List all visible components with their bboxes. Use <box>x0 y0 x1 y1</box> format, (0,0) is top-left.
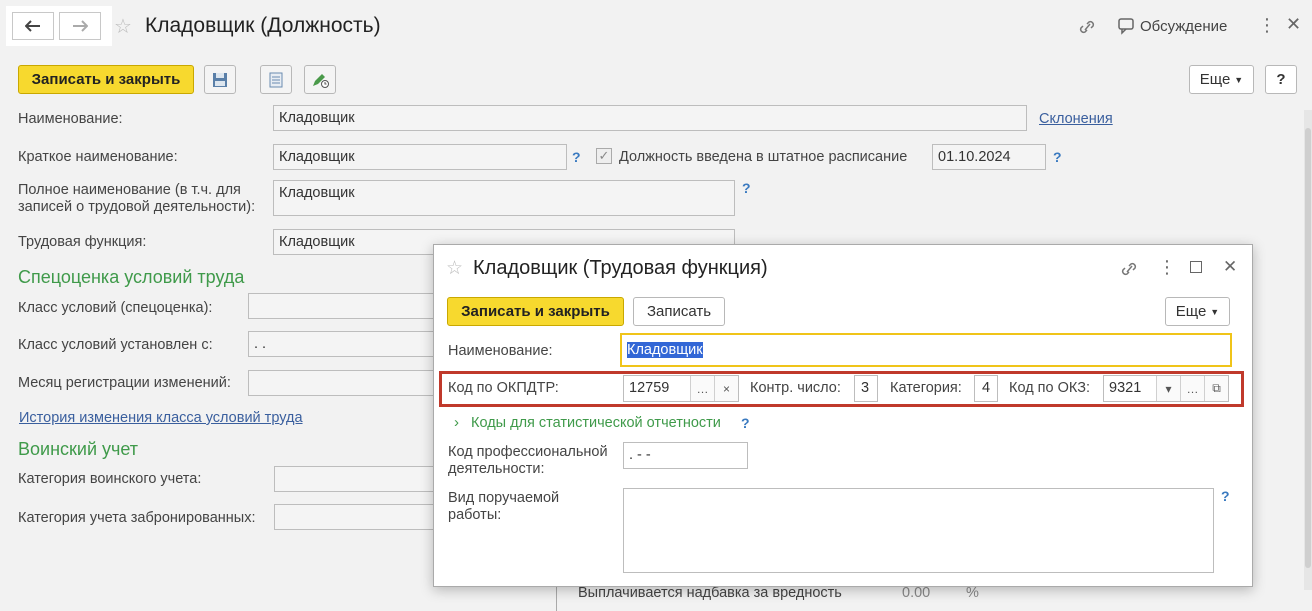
name-field[interactable]: Кладовщик <box>273 105 1027 131</box>
okz-dropdown-icon[interactable]: ▾ <box>1156 376 1180 401</box>
dialog-title: Кладовщик (Трудовая функция) <box>473 257 768 279</box>
link-icon[interactable] <box>1077 18 1097 36</box>
history-link[interactable]: История изменения класса условий труда <box>19 410 303 426</box>
dialog-link-icon[interactable] <box>1119 260 1139 278</box>
military-category-field[interactable] <box>274 466 434 492</box>
dialog-name-selected-text: Кладовщик <box>627 342 703 358</box>
work-type-label-line1: Вид поручаемой <box>448 490 560 506</box>
reserved-category-label: Категория учета забронированных: <box>18 510 256 526</box>
chevron-down-icon: ▼ <box>1234 74 1244 85</box>
military-category-label: Категория воинского учета: <box>18 471 202 487</box>
forward-button[interactable] <box>59 12 101 40</box>
conditions-class-label: Класс условий (спецоценка): <box>18 300 213 316</box>
edit-history-button[interactable] <box>304 65 336 94</box>
staff-date-field[interactable]: 01.10.2024 <box>932 144 1046 170</box>
save-close-button[interactable]: Записать и закрыть <box>18 65 194 94</box>
help-button[interactable]: ? <box>1265 65 1297 94</box>
dialog-more-button[interactable]: Еще ▼ <box>1165 297 1230 326</box>
more-vertical-icon[interactable]: ⋮ <box>1258 15 1276 36</box>
okz-label: Код по ОКЗ: <box>1009 380 1090 396</box>
stat-codes-group[interactable]: Коды для статистической отчетности <box>471 415 721 431</box>
save-button[interactable] <box>204 65 236 94</box>
control-number-field[interactable]: 3 <box>854 375 878 402</box>
favorite-star-icon[interactable]: ☆ <box>114 14 132 39</box>
month-reg-field[interactable] <box>248 370 434 396</box>
discussion-link[interactable]: Обсуждение <box>1140 18 1227 35</box>
declensions-link[interactable]: Склонения <box>1039 111 1113 127</box>
close-icon[interactable]: ✕ <box>1286 14 1301 35</box>
dialog-save-close-button[interactable]: Записать и закрыть <box>447 297 624 326</box>
staff-checkbox[interactable]: ✓ <box>596 148 612 164</box>
divider <box>556 587 557 611</box>
reserved-category-field[interactable] <box>274 504 434 530</box>
full-name-help-icon[interactable]: ? <box>742 180 751 196</box>
control-number-label: Контр. число: <box>750 380 841 396</box>
short-name-field[interactable]: Кладовщик <box>273 144 567 170</box>
dialog-more-label: Еще <box>1175 303 1207 320</box>
short-name-help-icon[interactable]: ? <box>572 149 581 165</box>
category-field[interactable]: 4 <box>974 375 998 402</box>
labor-function-dialog: ☆ Кладовщик (Трудовая функция) ⋮ ✕ Запис… <box>433 244 1253 587</box>
dialog-chevron-down-icon: ▼ <box>1210 306 1220 317</box>
staff-date-help-icon[interactable]: ? <box>1053 149 1062 165</box>
scrollbar-thumb[interactable] <box>1305 128 1311 568</box>
name-label: Наименование: <box>18 111 123 127</box>
okpdtr-select-button[interactable]: … <box>690 376 714 401</box>
work-type-help-icon[interactable]: ? <box>1221 488 1230 504</box>
okpdtr-value: 12759 <box>629 380 670 396</box>
more-button[interactable]: Еще ▼ <box>1189 65 1254 94</box>
report-button[interactable] <box>260 65 292 94</box>
dialog-save-button[interactable]: Записать <box>633 297 725 326</box>
okz-open-icon[interactable]: ⧉ <box>1204 376 1228 401</box>
prof-code-label-line1: Код профессиональной <box>448 444 608 460</box>
okpdtr-field[interactable]: 12759 … × <box>623 375 739 402</box>
pencil-clock-icon <box>313 73 329 88</box>
special-eval-header: Спецоценка условий труда <box>18 267 245 287</box>
military-header: Воинский учет <box>18 439 139 459</box>
full-name-label-line2: записей о трудовой деятельности): <box>18 199 256 215</box>
conditions-class-field[interactable] <box>248 293 434 319</box>
arrow-left-icon <box>25 20 40 32</box>
work-type-label-line2: работы: <box>448 507 502 523</box>
category-label: Категория: <box>890 380 962 396</box>
prof-code-label-line2: деятельности: <box>448 461 545 477</box>
more-label: Еще <box>1199 71 1231 88</box>
hazard-value: 0.00 <box>902 585 931 601</box>
work-type-textarea[interactable] <box>623 488 1214 573</box>
nav-buttons <box>6 6 112 46</box>
dialog-close-icon[interactable]: ✕ <box>1223 257 1237 277</box>
arrow-right-icon <box>73 20 88 32</box>
short-name-label: Краткое наименование: <box>18 149 178 165</box>
okz-select-button[interactable]: … <box>1180 376 1204 401</box>
hazard-label: Выплачивается надбавка за вредность <box>578 585 842 601</box>
prof-code-field[interactable]: . - - <box>623 442 748 469</box>
hazard-unit: % <box>966 585 979 601</box>
okpdtr-label: Код по ОКПДТР: <box>448 380 559 396</box>
full-name-field[interactable]: Кладовщик <box>273 180 735 216</box>
floppy-disk-icon <box>213 72 227 87</box>
discussion-icon[interactable] <box>1116 17 1136 35</box>
back-button[interactable] <box>12 12 54 40</box>
dialog-name-field[interactable]: Кладовщик <box>620 333 1232 367</box>
conditions-set-field[interactable]: . . <box>248 331 434 357</box>
conditions-set-label: Класс условий установлен с: <box>18 337 213 353</box>
dialog-name-label: Наименование: <box>448 343 553 359</box>
okz-value: 9321 <box>1109 380 1142 396</box>
page-title: Кладовщик (Должность) <box>145 14 381 37</box>
stat-codes-help-icon[interactable]: ? <box>741 415 750 431</box>
okpdtr-clear-icon[interactable]: × <box>714 376 738 401</box>
month-reg-label: Месяц регистрации изменений: <box>18 375 231 391</box>
document-list-icon <box>269 72 283 87</box>
scrollbar[interactable] <box>1304 110 1312 590</box>
maximize-icon[interactable] <box>1190 261 1202 273</box>
chevron-right-icon[interactable]: › <box>454 414 459 431</box>
labor-function-label: Трудовая функция: <box>18 234 147 250</box>
okz-field[interactable]: 9321 ▾ … ⧉ <box>1103 375 1229 402</box>
dialog-more-vertical-icon[interactable]: ⋮ <box>1158 257 1176 278</box>
full-name-label-line1: Полное наименование (в т.ч. для <box>18 182 241 198</box>
dialog-favorite-star-icon[interactable]: ☆ <box>446 257 463 280</box>
staff-checkbox-label: Должность введена в штатное расписание <box>619 149 908 165</box>
